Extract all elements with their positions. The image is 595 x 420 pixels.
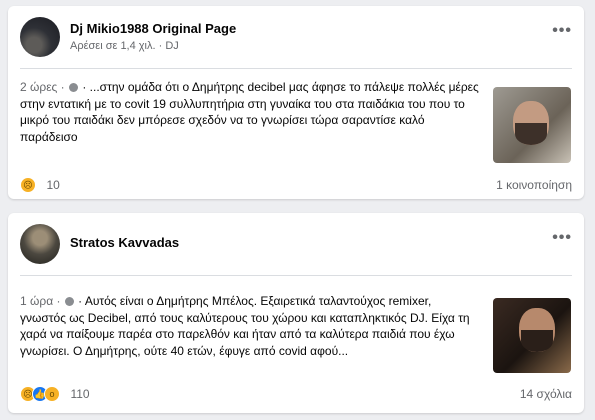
sad-reaction-icon[interactable]: ☹ bbox=[20, 176, 36, 193]
post-footer: ☹ 10 1 κοινοποίηση bbox=[20, 176, 572, 198]
divider bbox=[20, 68, 572, 69]
divider bbox=[20, 275, 572, 276]
post-body: · ...στην ομάδα ότι ο Δημήτρης decibel μ… bbox=[20, 80, 479, 144]
post-text: 1 ώρα · · Αυτός είναι ο Δημήτρης Μπέλος.… bbox=[20, 293, 480, 359]
globe-icon bbox=[64, 297, 74, 306]
post-text: 2 ώρες · · ...στην ομάδα ότι ο Δημήτρης … bbox=[20, 79, 480, 145]
thumbnail-beard bbox=[515, 123, 547, 145]
thumbnail-beard bbox=[521, 330, 553, 352]
reaction-count[interactable]: 10 bbox=[46, 178, 59, 192]
more-options-icon[interactable]: ••• bbox=[552, 22, 572, 40]
post-thumbnail[interactable] bbox=[493, 87, 571, 163]
post-body: · Αυτός είναι ο Δημήτρης Μπέλος. Εξαιρετ… bbox=[20, 294, 470, 358]
more-options-icon[interactable]: ••• bbox=[552, 229, 572, 247]
post-header: Stratos Kavvadas ••• bbox=[8, 213, 584, 275]
comment-count[interactable]: 14 σχόλια bbox=[520, 387, 572, 401]
wow-reaction-icon[interactable]: o bbox=[44, 385, 60, 402]
page-name[interactable]: Dj Mikio1988 Original Page bbox=[70, 21, 236, 36]
post-thumbnail[interactable] bbox=[493, 298, 571, 373]
post-header: Dj Mikio1988 Original Page Αρέσει σε 1,4… bbox=[8, 6, 584, 68]
author-name[interactable]: Stratos Kavvadas bbox=[70, 235, 179, 250]
avatar[interactable] bbox=[20, 224, 60, 264]
post-time[interactable]: 2 ώρες · bbox=[20, 80, 68, 94]
avatar[interactable] bbox=[20, 17, 60, 57]
share-count[interactable]: 1 κοινοποίηση bbox=[496, 178, 572, 192]
globe-icon bbox=[69, 83, 78, 92]
reaction-count[interactable]: 110 bbox=[70, 387, 89, 401]
post-time[interactable]: 1 ώρα · bbox=[20, 294, 64, 308]
post-footer: ☹ 👍 o 110 14 σχόλια bbox=[20, 385, 572, 407]
page-likes-line: Αρέσει σε 1,4 χιλ. · DJ bbox=[70, 40, 179, 52]
post-card: Dj Mikio1988 Original Page Αρέσει σε 1,4… bbox=[8, 6, 584, 199]
post-card: Stratos Kavvadas ••• 1 ώρα · · Αυτός είν… bbox=[8, 213, 584, 413]
